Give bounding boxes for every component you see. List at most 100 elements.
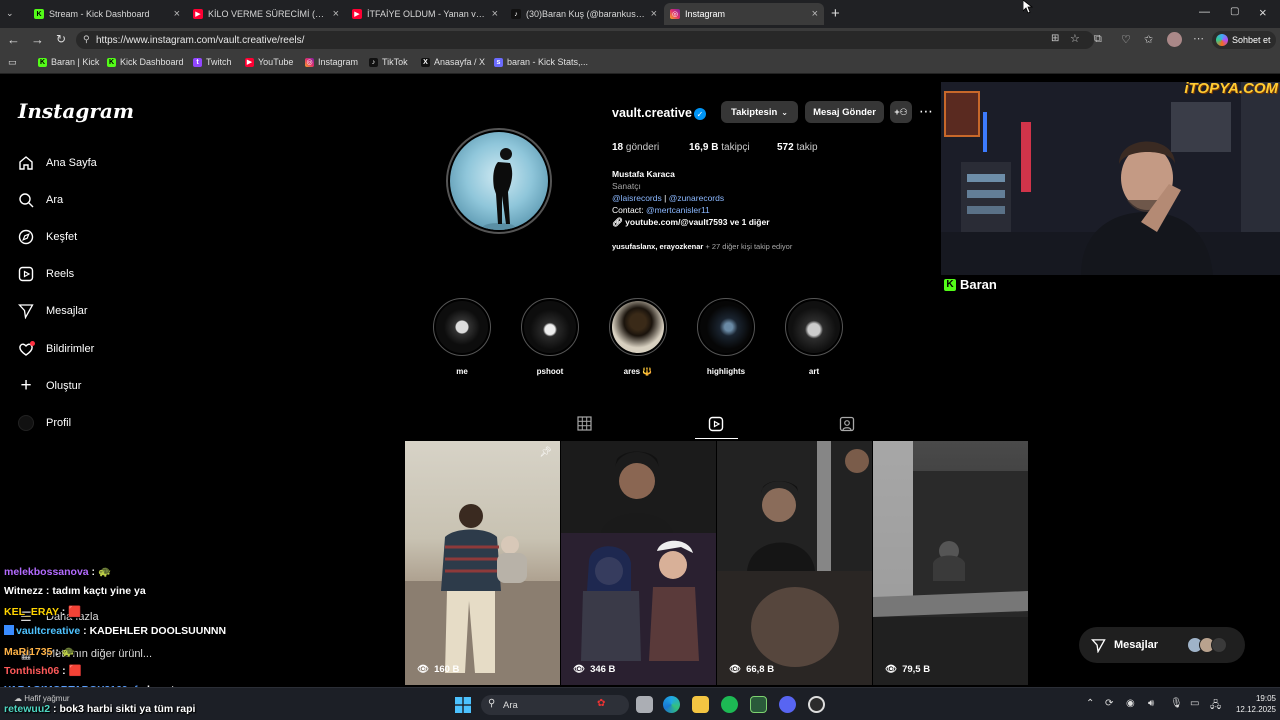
bookmark-kick-stats[interactable]: s baran - Kick Stats,... (494, 57, 588, 67)
mention-zunarecords[interactable]: @zunarecords (669, 193, 724, 203)
reel-thumbnail[interactable]: 📌︎ 👁︎ 160 B (405, 441, 560, 685)
tray-mic-icon[interactable]: 🎙︎ (1170, 698, 1183, 709)
obs-icon[interactable] (808, 696, 825, 713)
mention-laisrecords[interactable]: @laisrecords (612, 193, 662, 203)
close-tab-icon[interactable]: × (492, 8, 498, 20)
highlight-ring (697, 298, 755, 356)
bookmark-youtube[interactable]: ▶ YouTube (245, 57, 293, 67)
reel-thumbnail[interactable]: 👁︎ 346 B (561, 441, 716, 685)
nav-create[interactable]: + Oluştur (18, 375, 81, 396)
tab-posts-grid[interactable] (577, 416, 595, 434)
highlight-ares[interactable]: ares 🔱 (608, 298, 668, 376)
site-info-icon[interactable]: ⚲ (83, 34, 90, 45)
nav-search[interactable]: Ara (18, 192, 63, 208)
refresh-icon[interactable]: ↻ (56, 32, 66, 46)
nav-home[interactable]: Ana Sayfa (18, 155, 97, 171)
profile-avatar[interactable] (450, 132, 548, 230)
suggest-user-button[interactable]: +⚇ (890, 101, 912, 123)
forward-icon[interactable]: → (31, 32, 44, 47)
back-icon[interactable]: ← (7, 32, 20, 47)
reel-thumbnail[interactable]: 👁︎ 79,5 B (873, 441, 1028, 685)
taskbar-search-input[interactable]: ⚲ Ara ✿ (481, 695, 629, 715)
bookmark-tiktok[interactable]: ♪ TikTok (369, 57, 408, 67)
bookmark-label: TikTok (382, 57, 408, 67)
heart-icon (18, 341, 35, 357)
tray-speaker-icon[interactable]: 🔊︎ (1148, 698, 1154, 709)
copilot-button[interactable]: Sohbet et (1212, 31, 1276, 49)
close-window-icon[interactable]: × (1259, 5, 1267, 20)
nav-reels[interactable]: Reels (18, 266, 74, 282)
favorite-star-icon[interactable]: ☆ (1070, 32, 1080, 45)
profile-mentions: @laisrecords | @zunarecords (612, 193, 724, 203)
url-input[interactable]: ⚲ https://www.instagram.com/vault.creati… (76, 31, 1094, 49)
performance-icon[interactable]: ♡ (1121, 33, 1131, 46)
minimize-icon[interactable]: — (1199, 6, 1210, 18)
app-install-icon[interactable]: ⊞ (1051, 33, 1059, 44)
options-menu-icon[interactable]: ⋯ (919, 103, 933, 120)
following-count[interactable]: 572 takip (777, 142, 818, 153)
maximize-icon[interactable]: ▢ (1230, 6, 1239, 17)
tray-discord-icon[interactable]: ◉ (1126, 698, 1135, 709)
profile-avatar-icon[interactable] (1167, 32, 1182, 47)
bookmark-x[interactable]: X Anasayfa / X (421, 57, 485, 67)
start-button[interactable] (455, 697, 471, 713)
send-icon (18, 303, 34, 319)
highlight-highlights[interactable]: highlights (696, 298, 756, 376)
nav-notifications[interactable]: Bildirimler (18, 341, 94, 357)
profile-avatar (18, 415, 34, 431)
following-button[interactable]: Takiptesin ⌄ (721, 101, 798, 123)
tray-network-icon[interactable]: 🖧︎ (1210, 698, 1221, 715)
bookmark-baran-kick[interactable]: K Baran | Kick (38, 57, 99, 67)
messages-dock-button[interactable]: Mesajlar (1079, 627, 1245, 663)
close-tab-icon[interactable]: × (174, 8, 180, 20)
edge-icon[interactable] (663, 696, 680, 713)
app-icon[interactable] (750, 696, 767, 713)
discord-icon[interactable] (779, 696, 796, 713)
reel-thumbnail[interactable]: 👁︎ 66,8 B (717, 441, 872, 685)
tray-display-icon[interactable]: ▭ (1190, 698, 1199, 709)
followers-count[interactable]: 16,9 B takipçi (689, 142, 750, 153)
tray-refresh-icon[interactable]: ⟳ (1105, 698, 1113, 709)
close-tab-icon[interactable]: × (651, 8, 657, 20)
more-menu-icon[interactable]: ⋯ (1193, 32, 1204, 45)
followed-by-names: yusufaslanx, erayozkenar (612, 242, 704, 251)
new-tab-button[interactable]: + (831, 5, 840, 22)
highlight-me[interactable]: me (432, 298, 492, 376)
followed-by[interactable]: yusufaslanx, erayozkenar + 27 diğer kişi… (612, 242, 792, 251)
nav-messages[interactable]: Mesajlar (18, 303, 88, 319)
nav-explore[interactable]: Keşfet (18, 229, 77, 245)
collections-icon[interactable]: ✩ (1144, 33, 1153, 46)
spotify-icon[interactable] (721, 696, 738, 713)
file-explorer-icon[interactable] (692, 696, 709, 713)
tab-tiktok[interactable]: ♪ (30)Baran Kuş (@barankusss) | TikT × (505, 3, 663, 25)
tab-youtube-kilo[interactable]: ▶ KİLO VERME SÜRECİMİ (BELGESEL × (187, 3, 345, 25)
mention-mertcanisler11[interactable]: @mertcanisler11 (646, 205, 710, 215)
bookmark-instagram[interactable]: ◎ Instagram (305, 57, 358, 67)
bookmark-twitch[interactable]: t Twitch (193, 57, 232, 67)
tab-youtube-itfaiye[interactable]: ▶ İTFAİYE OLDUM - Yanan var beyle × (346, 3, 504, 25)
nav-label: Mesajlar (46, 305, 88, 317)
bookmarks-menu-icon[interactable]: ▭ (8, 57, 17, 68)
profile-external-link[interactable]: 🔗︎ youtube.com/@vault7593 ve 1 diğer (612, 217, 770, 228)
message-button[interactable]: Mesaj Gönder (805, 101, 884, 123)
tab-tagged[interactable] (839, 416, 857, 434)
task-view-icon[interactable] (636, 696, 653, 713)
highlight-pshoot[interactable]: pshoot (520, 298, 580, 376)
weather-widget[interactable]: ☁︎ Hafif yağmur (14, 694, 70, 703)
tab-list-icon[interactable]: ⌄ (6, 8, 14, 19)
tab-reels[interactable] (708, 416, 726, 434)
extensions-icon[interactable]: ⧉ (1094, 33, 1102, 46)
reel-views-count: 160 B (434, 664, 460, 675)
tray-chevron-icon[interactable]: ⌃ (1086, 698, 1094, 709)
taskbar-clock[interactable]: 19:05 12.12.2025 (1228, 693, 1276, 715)
instagram-logo[interactable]: Instagram (18, 99, 134, 123)
tab-kick-dashboard[interactable]: K Stream - Kick Dashboard × (28, 3, 186, 25)
highlight-ring (521, 298, 579, 356)
highlight-ring (433, 298, 491, 356)
close-tab-icon[interactable]: × (333, 8, 339, 20)
close-tab-icon[interactable]: × (812, 8, 818, 20)
highlight-art[interactable]: art (784, 298, 844, 376)
bookmark-kick-dashboard[interactable]: K Kick Dashboard (107, 57, 184, 67)
tab-instagram[interactable]: ◎ Instagram × (664, 3, 824, 25)
nav-profile[interactable]: Profil (18, 415, 71, 431)
